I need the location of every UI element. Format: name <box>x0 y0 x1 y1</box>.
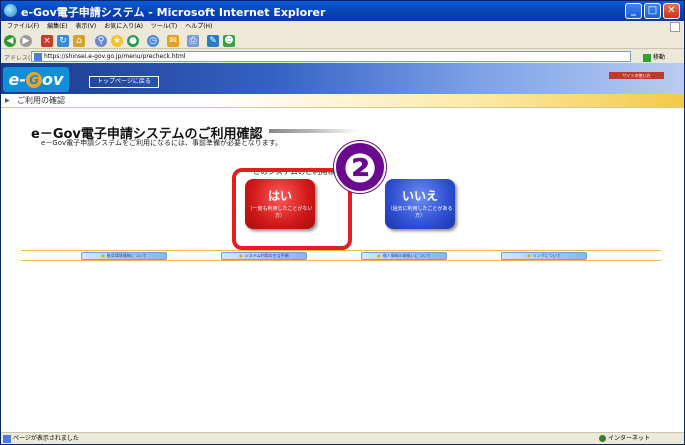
window-title: e-Gov電子申請システム - Microsoft Internet Explo… <box>21 6 326 19</box>
messenger-icon[interactable]: ☻ <box>223 35 235 47</box>
link-usage-steps[interactable]: システム利用の主な手順 <box>221 252 307 260</box>
logo-suffix: ov <box>42 70 64 89</box>
menu-help[interactable]: ヘルプ(H) <box>185 21 212 33</box>
footer-links: 推奨環境情報について システム利用の主な手順 個人情報の取扱いについて リンクに… <box>21 250 661 261</box>
minimize-button[interactable]: _ <box>625 3 642 19</box>
toppage-button[interactable]: トップページに戻る <box>89 76 159 88</box>
status-text: ページが表示されました <box>13 435 79 442</box>
zone-label: インターネット <box>608 435 651 442</box>
highlight-annotation <box>232 168 352 250</box>
globe-icon <box>599 435 606 442</box>
title-bar: e-Gov電子申請システム - Microsoft Internet Explo… <box>1 1 684 21</box>
go-arrow-icon <box>643 53 651 62</box>
page-done-icon <box>3 435 11 443</box>
go-label: 移動 <box>653 54 666 61</box>
address-input[interactable]: https://shinsei.e-gov.go.jp/menu/prechec… <box>31 51 631 62</box>
link-recommended-env[interactable]: 推奨環境情報について <box>81 252 167 260</box>
menu-edit[interactable]: 編集(E) <box>47 21 67 33</box>
mail-icon[interactable]: ✉ <box>167 35 179 47</box>
link-privacy[interactable]: 個人情報の取扱いについて <box>361 252 447 260</box>
page-icon <box>34 53 42 61</box>
logo-prefix: e- <box>8 70 27 89</box>
menu-favorites[interactable]: お気に入り(A) <box>104 21 143 33</box>
favorites-icon[interactable]: ★ <box>111 35 123 47</box>
no-button[interactable]: いいえ （過去に利用したことがある方） <box>385 179 455 229</box>
forward-icon[interactable]: ▶ <box>20 35 32 47</box>
address-url: https://shinsei.e-gov.go.jp/menu/prechec… <box>44 53 186 60</box>
history-icon[interactable]: ◷ <box>147 35 159 47</box>
egov-logo[interactable]: e- Gov <box>3 67 69 92</box>
ie-icon <box>4 4 17 17</box>
maximize-button[interactable]: □ <box>644 3 661 19</box>
menu-file[interactable]: ファイル(F) <box>7 21 39 33</box>
step-number-badge: ❷ <box>334 141 386 193</box>
go-button[interactable]: 移動 <box>643 52 665 62</box>
status-bar: ページが表示されました インターネット <box>1 432 684 444</box>
page-subtext: e－Gov電子申請システムをご利用になるには、事前準備が必要となります。 <box>41 139 283 147</box>
site-help-button[interactable]: サイトの使い方 <box>609 72 664 79</box>
stop-icon[interactable]: × <box>41 35 53 47</box>
toolbar: ◀ ▶ × ↻ ⌂ ⚲ ★ ● ◷ ✉ ⎙ ✎ ☻ <box>1 33 684 49</box>
close-button[interactable]: ✕ <box>663 3 680 19</box>
address-bar: アドレス(D) https://shinsei.e-gov.go.jp/menu… <box>1 50 684 63</box>
link-about-links[interactable]: リンクについて <box>501 252 587 260</box>
no-sublabel: （過去に利用したことがある方） <box>387 206 453 219</box>
menu-tools[interactable]: ツール(T) <box>151 21 177 33</box>
media-icon[interactable]: ● <box>127 35 139 47</box>
site-header: e- Gov トップページに戻る サイトの使い方 <box>1 63 684 94</box>
search-icon[interactable]: ⚲ <box>95 35 107 47</box>
home-icon[interactable]: ⌂ <box>73 35 85 47</box>
logo-o: G <box>26 72 43 88</box>
back-icon[interactable]: ◀ <box>4 35 16 47</box>
breadcrumb: ご利用の確認 <box>1 94 684 108</box>
menu-bar: ファイル(F) 編集(E) 表示(V) お気に入り(A) ツール(T) ヘルプ(… <box>1 21 684 33</box>
page-content: e-Gov トップページに戻る サイトの使い方 ご利用の確認 e－Gov電子申請… <box>1 63 684 432</box>
no-label: いいえ <box>401 189 438 203</box>
refresh-icon[interactable]: ↻ <box>57 35 69 47</box>
title-underline <box>269 129 359 133</box>
security-zone: インターネット <box>599 433 650 445</box>
browser-window: e-Gov電子申請システム - Microsoft Internet Explo… <box>0 0 685 445</box>
windows-logo-icon <box>670 22 680 32</box>
edit-icon[interactable]: ✎ <box>207 35 219 47</box>
menu-view[interactable]: 表示(V) <box>75 21 96 33</box>
print-icon[interactable]: ⎙ <box>187 35 199 47</box>
